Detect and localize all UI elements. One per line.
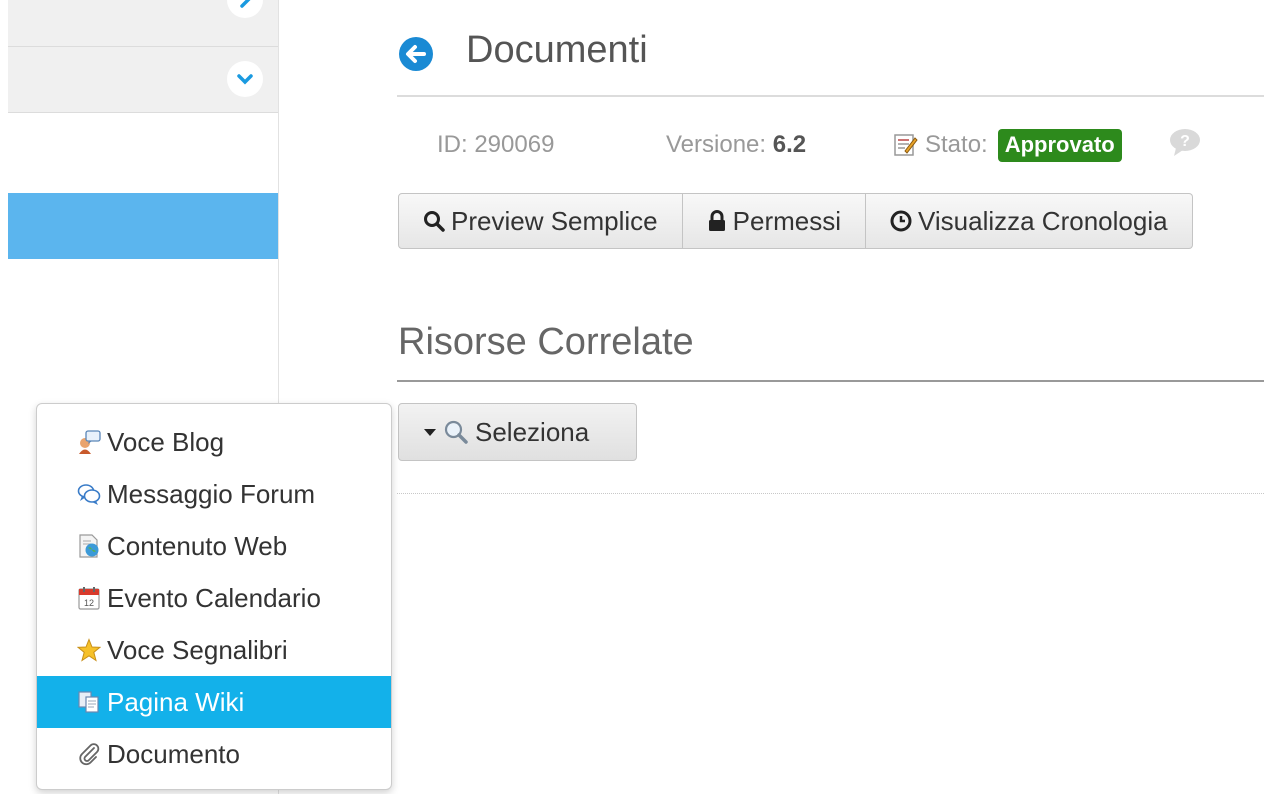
document-id: ID: 290069 [437, 131, 555, 158]
back-arrow-icon[interactable] [398, 36, 434, 72]
wiki-icon [78, 691, 99, 713]
resource-type-menu: Voce Blog Messaggio Forum Contenuto Web [36, 403, 392, 790]
toolbar: Preview Semplice Permessi Visualizza Cro… [398, 193, 1193, 251]
permissions-button[interactable]: Permessi [682, 193, 866, 249]
menu-item-document[interactable]: Documento [37, 728, 391, 780]
magnifier-icon [444, 420, 468, 444]
svg-text:12: 12 [84, 598, 94, 608]
document-state: Stato: Approvato [893, 128, 1122, 162]
web-content-icon [79, 534, 99, 558]
chevron-down-icon[interactable] [227, 61, 263, 97]
menu-item-forum[interactable]: Messaggio Forum [37, 468, 391, 520]
state-label: Stato: [925, 131, 988, 158]
svg-text:?: ? [1180, 133, 1190, 150]
menu-item-label: Voce Blog [107, 426, 225, 457]
menu-item-label: Documento [107, 738, 240, 769]
calendar-icon: 12 [78, 587, 100, 610]
version-value: 6.2 [772, 131, 807, 158]
dotted-divider [397, 493, 1264, 494]
permissions-label: Permessi [732, 205, 841, 236]
menu-item-label: Voce Segnalibri [107, 634, 288, 665]
paperclip-icon [79, 743, 100, 766]
search-icon [424, 211, 445, 232]
menu-item-label: Pagina Wiki [107, 686, 245, 717]
section-divider [397, 380, 1264, 382]
history-button[interactable]: Visualizza Cronologia [866, 193, 1193, 249]
blog-icon [79, 430, 101, 454]
menu-item-label: Contenuto Web [107, 530, 288, 561]
sidebar-item-expandable[interactable] [8, 47, 278, 113]
sidebar-item-active[interactable] [8, 193, 278, 259]
section-title: Risorse Correlate [398, 321, 694, 363]
status-badge: Approvato [997, 128, 1122, 162]
page: Documenti ID: 290069 Versione: 6.2 Stato… [0, 0, 1264, 794]
document-version: Versione: 6.2 [666, 128, 806, 162]
page-title: Documenti [466, 29, 648, 71]
chevron-right-icon[interactable] [227, 0, 263, 18]
menu-item-calendar[interactable]: 12 Evento Calendario [37, 572, 391, 624]
menu-item-wiki[interactable]: Pagina Wiki [37, 676, 391, 728]
select-label: Seleziona [475, 416, 590, 447]
menu-item-label: Messaggio Forum [107, 478, 316, 509]
lock-icon [708, 210, 725, 231]
menu-item-blog[interactable]: Voce Blog [37, 416, 391, 468]
menu-item-web-content[interactable]: Contenuto Web [37, 520, 391, 572]
divider [397, 95, 1264, 97]
preview-label: Preview Semplice [451, 205, 658, 236]
history-label: Visualizza Cronologia [918, 205, 1168, 236]
sidebar-item-top[interactable] [8, 0, 278, 47]
select-button[interactable]: Seleziona [398, 403, 637, 461]
help-bubble-icon[interactable]: ? [1168, 128, 1202, 158]
menu-item-bookmarks[interactable]: Voce Segnalibri [37, 624, 391, 676]
edit-note-icon [894, 134, 918, 156]
clock-icon [890, 210, 912, 232]
forum-icon [77, 484, 101, 505]
caret-down-icon [424, 429, 436, 436]
star-icon [77, 638, 101, 662]
preview-button[interactable]: Preview Semplice [398, 193, 683, 249]
menu-item-label: Evento Calendario [107, 582, 321, 613]
version-label: Versione: [666, 131, 773, 158]
